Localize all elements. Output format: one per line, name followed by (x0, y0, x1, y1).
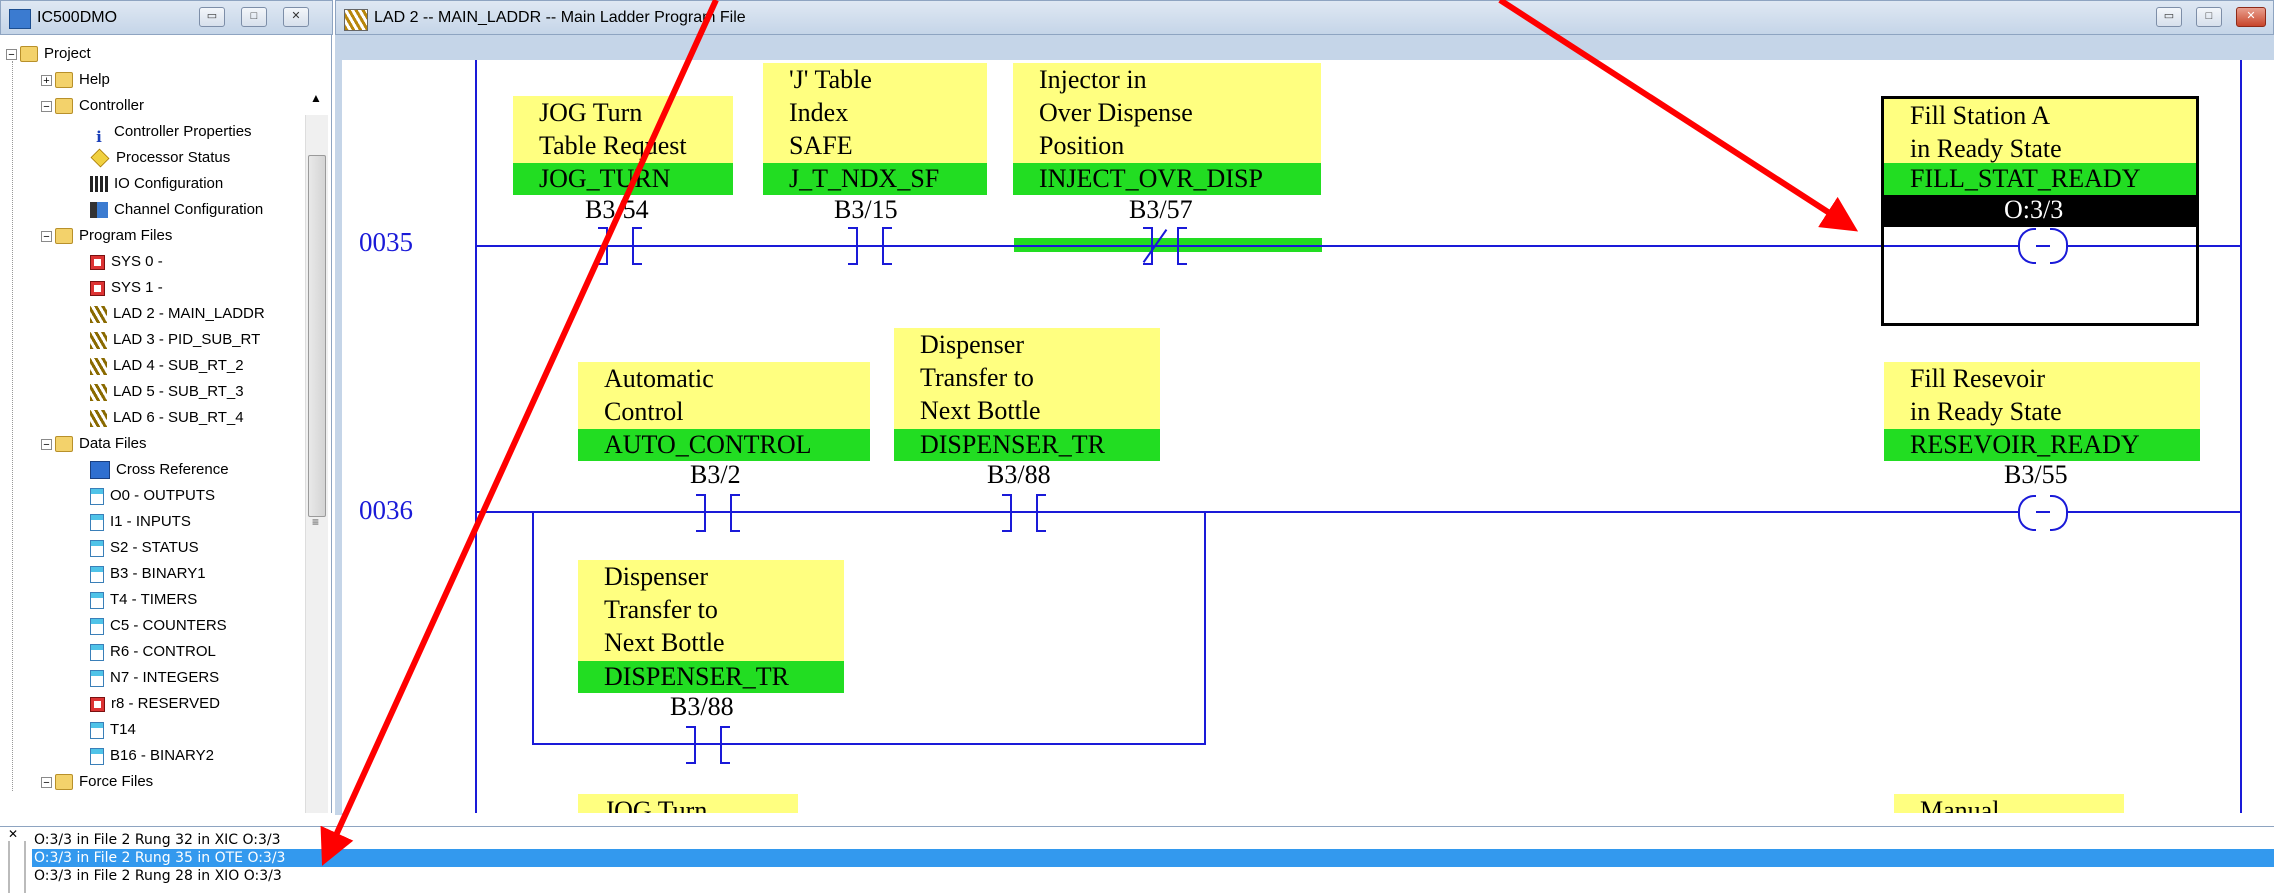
annotation-arrow-to-result (320, 0, 719, 866)
annotation-arrows (320, 0, 1859, 866)
annotation-arrow-to-coil (1498, 0, 1859, 232)
